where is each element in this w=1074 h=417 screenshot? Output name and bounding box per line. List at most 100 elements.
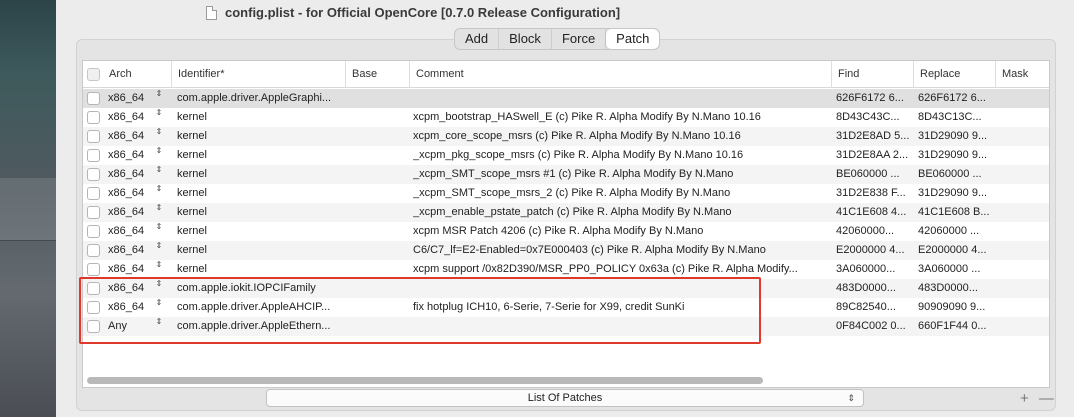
identifier-cell: kernel [177, 168, 207, 180]
arch-stepper-icon[interactable]: ⇕ [155, 241, 163, 250]
table-row[interactable]: x86_64 ⇕ kernel xcpm MSR Patch 4206 (c) … [83, 222, 1049, 241]
add-remove-buttons[interactable]: + — [1020, 390, 1057, 407]
comment-cell [413, 89, 829, 108]
replace-cell: 8D43C13C... [918, 111, 982, 123]
enabled-checkbox[interactable] [87, 282, 100, 295]
enabled-checkbox[interactable] [87, 111, 100, 124]
replace-cell: 31D29090 9... [918, 149, 988, 161]
column-header-identifier[interactable]: Identifier* [171, 61, 343, 88]
table-row[interactable]: x86_64 ⇕ kernel _xcpm_enable_pstate_patc… [83, 203, 1049, 222]
arch-stepper-icon[interactable]: ⇕ [155, 165, 163, 174]
column-header-base[interactable]: Base [345, 61, 409, 88]
arch-cell: x86_64 [108, 206, 145, 218]
table-row[interactable]: x86_64 ⇕ com.apple.iokit.IOPCIFamily 483… [83, 279, 1049, 298]
table-row[interactable]: x86_64 ⇕ kernel xcpm_core_scope_msrs (c)… [83, 127, 1049, 146]
identifier-cell: kernel [177, 149, 207, 161]
base-cell [351, 241, 407, 260]
table-row[interactable]: x86_64 ⇕ kernel xcpm support /0x82D390/M… [83, 260, 1049, 279]
arch-stepper-icon[interactable]: ⇕ [155, 203, 163, 212]
identifier-cell: com.apple.driver.AppleAHCIP... [177, 301, 331, 313]
window-title-text: config.plist - for Official OpenCore [0.… [225, 5, 621, 20]
comment-cell [413, 279, 829, 298]
horizontal-scrollbar[interactable] [87, 377, 763, 384]
enabled-checkbox[interactable] [87, 168, 100, 181]
identifier-cell: kernel [177, 263, 207, 275]
identifier-cell: kernel [177, 187, 207, 199]
select-all-checkbox[interactable] [87, 68, 100, 81]
arch-cell: x86_64 [108, 282, 145, 294]
arch-cell: x86_64 [108, 263, 145, 275]
identifier-cell: com.apple.driver.AppleEthern... [177, 320, 331, 332]
comment-cell: xcpm support /0x82D390/MSR_PP0_POLICY 0x… [413, 263, 798, 275]
enabled-checkbox[interactable] [87, 320, 100, 333]
enabled-checkbox[interactable] [87, 225, 100, 238]
enabled-checkbox[interactable] [87, 206, 100, 219]
enabled-checkbox[interactable] [87, 187, 100, 200]
find-cell: 42060000... [836, 225, 895, 237]
base-cell [351, 203, 407, 222]
table-row[interactable]: x86_64 ⇕ com.apple.driver.AppleAHCIP... … [83, 298, 1049, 317]
arch-cell: x86_64 [108, 225, 145, 237]
table-row[interactable]: x86_64 ⇕ kernel xcpm_bootstrap_HASwell_E… [83, 108, 1049, 127]
table-row[interactable]: x86_64 ⇕ kernel _xcpm_SMT_scope_msrs #1 … [83, 165, 1049, 184]
find-cell: 41C1E608 4... [836, 206, 907, 218]
column-header-replace[interactable]: Replace [913, 61, 995, 88]
app-window: config.plist - for Official OpenCore [0.… [56, 0, 1074, 417]
arch-stepper-icon[interactable]: ⇕ [155, 89, 163, 98]
base-cell [351, 165, 407, 184]
replace-cell: 90909090 9... [918, 301, 986, 313]
enabled-checkbox[interactable] [87, 92, 100, 105]
patch-list-select[interactable]: List Of Patches ⇕ [266, 389, 864, 407]
arch-cell: x86_64 [108, 244, 145, 256]
empty-row [83, 336, 1049, 355]
replace-cell: 42060000 ... [918, 225, 980, 237]
arch-stepper-icon[interactable]: ⇕ [155, 317, 163, 326]
base-cell [351, 260, 407, 279]
enabled-checkbox[interactable] [87, 149, 100, 162]
comment-cell: _xcpm_enable_pstate_patch (c) Pike R. Al… [413, 206, 732, 218]
find-cell: 89C82540... [836, 301, 896, 313]
enabled-checkbox[interactable] [87, 263, 100, 276]
tab-patch[interactable]: Patch [606, 29, 660, 49]
identifier-cell: kernel [177, 111, 207, 123]
arch-cell: Any [108, 320, 127, 332]
base-cell [351, 317, 407, 336]
arch-cell: x86_64 [108, 168, 145, 180]
base-cell [351, 89, 407, 108]
table-row[interactable]: x86_64 ⇕ kernel C6/C7_lf=E2-Enabled=0x7E… [83, 241, 1049, 260]
find-cell: 3A060000... [836, 263, 896, 275]
arch-stepper-icon[interactable]: ⇕ [155, 184, 163, 193]
comment-cell: xcpm_core_scope_msrs (c) Pike R. Alpha M… [413, 130, 741, 142]
arch-stepper-icon[interactable]: ⇕ [155, 127, 163, 136]
identifier-cell: com.apple.driver.AppleGraphi... [177, 92, 332, 104]
replace-cell: 31D29090 9... [918, 187, 988, 199]
select-arrows-icon: ⇕ [847, 393, 855, 403]
enabled-checkbox[interactable] [87, 301, 100, 314]
find-cell: BE060000 ... [836, 168, 900, 180]
enabled-checkbox[interactable] [87, 244, 100, 257]
column-header-find[interactable]: Find [831, 61, 913, 88]
tab-block[interactable]: Block [499, 29, 552, 49]
arch-stepper-icon[interactable]: ⇕ [155, 279, 163, 288]
identifier-cell: kernel [177, 244, 207, 256]
column-header-mask[interactable]: Mask [995, 61, 1049, 88]
column-header-comment[interactable]: Comment [409, 61, 831, 88]
comment-cell: xcpm_bootstrap_HASwell_E (c) Pike R. Alp… [413, 111, 761, 123]
arch-stepper-icon[interactable]: ⇕ [155, 298, 163, 307]
arch-stepper-icon[interactable]: ⇕ [155, 146, 163, 155]
find-cell: 31D2E8AD 5... [836, 130, 910, 142]
arch-stepper-icon[interactable]: ⇕ [155, 260, 163, 269]
arch-stepper-icon[interactable]: ⇕ [155, 222, 163, 231]
title-bar: config.plist - for Official OpenCore [0.… [56, 0, 1074, 26]
table-row[interactable]: Any ⇕ com.apple.driver.AppleEthern... 0F… [83, 317, 1049, 336]
column-header-arch[interactable]: Arch [103, 61, 132, 88]
table-row[interactable]: x86_64 ⇕ kernel _xcpm_pkg_scope_msrs (c)… [83, 146, 1049, 165]
base-cell [351, 184, 407, 203]
enabled-checkbox[interactable] [87, 130, 100, 143]
table-row[interactable]: x86_64 ⇕ kernel _xcpm_SMT_scope_msrs_2 (… [83, 184, 1049, 203]
tab-add[interactable]: Add [455, 29, 500, 49]
tab-force[interactable]: Force [552, 29, 607, 49]
identifier-cell: kernel [177, 130, 207, 142]
table-row[interactable]: x86_64 ⇕ com.apple.driver.AppleGraphi...… [83, 89, 1049, 108]
arch-stepper-icon[interactable]: ⇕ [155, 108, 163, 117]
